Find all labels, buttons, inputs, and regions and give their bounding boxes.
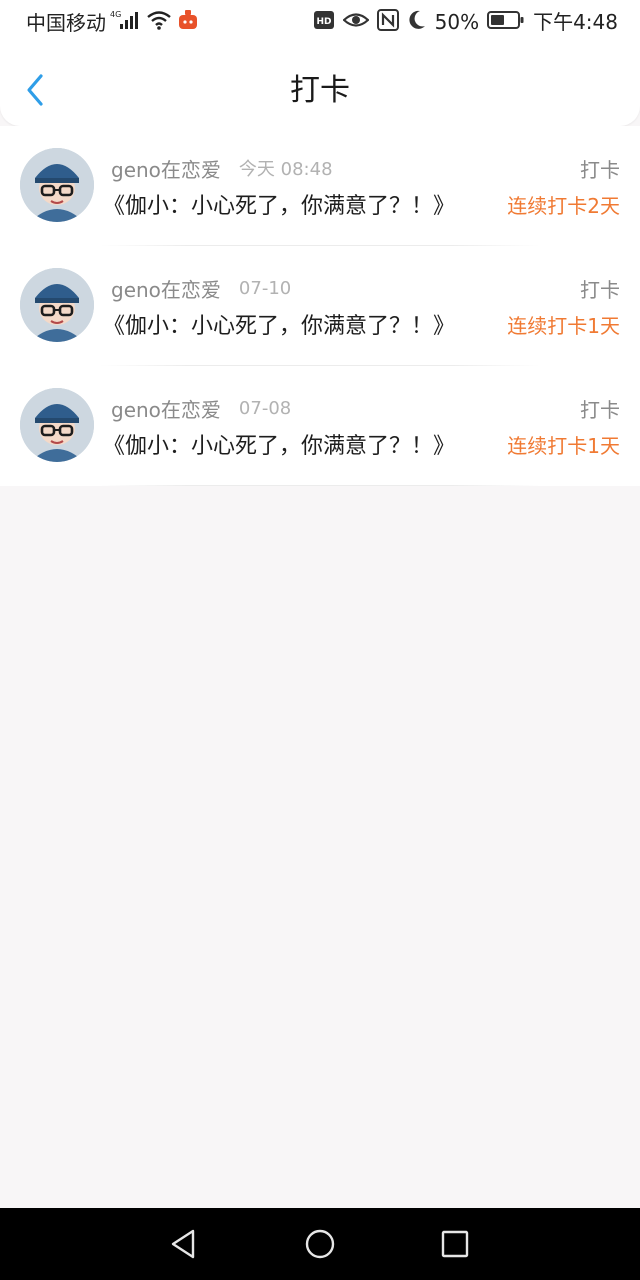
clock-label: 下午4:48 <box>533 10 618 34</box>
checkin-tag: 打卡 <box>580 277 620 302</box>
system-navigation-bar <box>0 1208 640 1280</box>
username[interactable]: geno在恋爱 <box>111 154 221 183</box>
system-home-button[interactable] <box>300 1226 340 1262</box>
checkin-tag: 打卡 <box>580 397 620 422</box>
checkin-body: 《伽小：小心死了，你满意了？！》 连续打卡1天 <box>103 308 620 340</box>
checkin-item[interactable]: geno在恋爱 07-08 打卡 《伽小：小心死了，你满意了？！》 连续打卡1天 <box>0 366 640 486</box>
checkin-meta: geno在恋爱 07-08 打卡 <box>111 394 620 422</box>
recents-square-icon <box>441 1230 469 1258</box>
checkin-time: 07-10 <box>238 277 292 299</box>
checkin-item[interactable]: geno在恋爱 07-10 打卡 《伽小：小心死了，你满意了？！》 连续打卡1天 <box>0 246 640 366</box>
home-circle-icon <box>305 1229 335 1259</box>
network-type-label: 4G <box>110 10 121 19</box>
divider <box>100 485 540 486</box>
avatar[interactable] <box>20 148 94 222</box>
checkin-meta: geno在恋爱 今天 08:48 打卡 <box>111 154 620 182</box>
hd-icon: HD <box>313 9 335 36</box>
battery-percent: 50% <box>434 10 480 34</box>
checkin-time: 07-08 <box>238 397 292 419</box>
wifi-icon <box>146 8 172 37</box>
streak-label: 连续打卡1天 <box>507 433 620 458</box>
checkin-meta: geno在恋爱 07-10 打卡 <box>111 274 620 302</box>
avatar[interactable] <box>20 388 94 462</box>
svg-text:HD: HD <box>316 17 331 27</box>
checkin-list: geno在恋爱 今天 08:48 打卡 《伽小：小心死了，你满意了？！》 连续打… <box>0 126 640 486</box>
username[interactable]: geno在恋爱 <box>111 274 221 303</box>
carrier-label: 中国移动 <box>26 10 106 35</box>
page-title: 打卡 <box>290 73 350 108</box>
header-card: 中国移动 4G HD 50% 下午4:48 打卡 <box>0 0 640 126</box>
system-recents-button[interactable] <box>435 1226 475 1262</box>
streak-label: 连续打卡1天 <box>507 313 620 338</box>
status-bar: 中国移动 4G HD 50% 下午4:48 <box>0 0 640 44</box>
streak-label: 连续打卡2天 <box>507 193 620 218</box>
moon-icon <box>407 9 427 36</box>
checkin-content: 《伽小：小心死了，你满意了？！》 <box>103 194 456 219</box>
status-right: HD 50% 下午4:48 <box>313 8 618 36</box>
username[interactable]: geno在恋爱 <box>111 394 221 423</box>
signal-icon: 4G <box>110 8 142 37</box>
back-triangle-icon <box>171 1229 195 1259</box>
checkin-body: 《伽小：小心死了，你满意了？！》 连续打卡2天 <box>103 188 620 220</box>
app-notification-icon <box>176 8 200 37</box>
eye-icon <box>341 9 370 36</box>
system-back-button[interactable] <box>163 1226 203 1262</box>
nav-bar: 打卡 <box>0 56 640 126</box>
avatar[interactable] <box>20 268 94 342</box>
checkin-tag: 打卡 <box>580 157 620 182</box>
checkin-item[interactable]: geno在恋爱 今天 08:48 打卡 《伽小：小心死了，你满意了？！》 连续打… <box>0 126 640 246</box>
screen: 中国移动 4G HD 50% 下午4:48 打卡 geno在恋爱 今天 08:4… <box>0 0 640 1280</box>
checkin-content: 《伽小：小心死了，你满意了？！》 <box>103 314 456 339</box>
battery-icon <box>487 9 525 36</box>
checkin-body: 《伽小：小心死了，你满意了？！》 连续打卡1天 <box>103 428 620 460</box>
nfc-icon <box>376 8 399 36</box>
status-left: 中国移动 4G <box>26 8 200 37</box>
checkin-content: 《伽小：小心死了，你满意了？！》 <box>103 434 456 459</box>
checkin-time: 今天 08:48 <box>238 159 333 180</box>
